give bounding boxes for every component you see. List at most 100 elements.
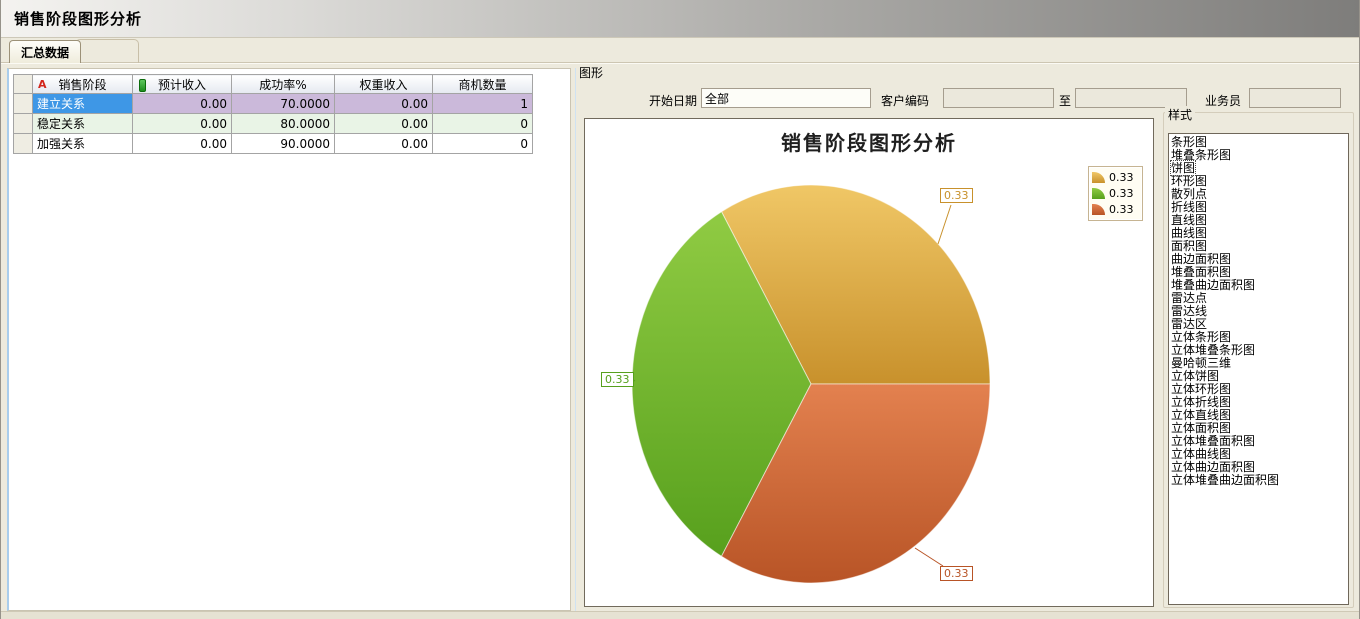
legend-label: 0.33 (1109, 204, 1134, 215)
column-header-label: 商机数量 (458, 78, 506, 92)
column-header-label: 预计收入 (158, 78, 206, 92)
style-list-item-label: 折线图 (1171, 200, 1207, 214)
salesman-input[interactable] (1249, 88, 1341, 108)
start-date-label: 开始日期 (621, 92, 697, 109)
style-list-item-label: 曲边面积图 (1171, 252, 1231, 266)
legend-label: 0.33 (1109, 188, 1134, 199)
value-cell[interactable]: 0 (433, 114, 533, 134)
legend-marker-icon (1092, 172, 1105, 183)
table-header-row: A 销售阶段 预计收入 成功率% 权重收入 商机数量 (14, 75, 533, 94)
style-list-item-label: 雷达点 (1171, 291, 1207, 305)
app-window: 销售阶段图形分析 汇总数据 A销售阶段预计收入成功率%权重收入商机数量建立关系0… (0, 0, 1360, 619)
customer-code-label: 客户编码 (881, 92, 929, 109)
style-list-item-label: 立体堆叠条形图 (1171, 343, 1255, 357)
style-list[interactable]: 条形图堆叠条形图饼图环形图散列点折线图直线图曲线图面积图曲边面积图堆叠面积图堆叠… (1168, 133, 1349, 605)
style-list-item-label: 立体面积图 (1171, 421, 1231, 435)
legend-entry: 0.33 (1092, 171, 1139, 184)
style-list-item-label: 曼哈顿三维 (1171, 356, 1231, 370)
pie-data-label: 0.33 (601, 372, 634, 387)
style-list-item-label: 立体折线图 (1171, 395, 1231, 409)
row-indicator[interactable] (14, 94, 33, 114)
style-list-item-label: 立体堆叠面积图 (1171, 434, 1255, 448)
column-header-4[interactable]: 商机数量 (433, 75, 533, 94)
pie-data-label: 0.33 (940, 188, 973, 203)
window-titlebar: 销售阶段图形分析 (1, 0, 1359, 38)
style-list-item-label: 条形图 (1171, 135, 1207, 149)
chart-legend: 0.33 0.33 0.33 (1088, 166, 1143, 221)
customer-code-to-input[interactable] (1075, 88, 1187, 108)
value-cell[interactable]: 0.00 (133, 134, 232, 154)
column-header-0[interactable]: A 销售阶段 (33, 75, 133, 94)
tab-label: 汇总数据 (21, 44, 69, 61)
value-cell[interactable]: 80.0000 (232, 114, 335, 134)
style-list-item[interactable]: 立体堆叠曲边面积图 (1171, 474, 1348, 487)
style-list-item[interactable]: 堆叠条形图 (1171, 149, 1348, 162)
value-cell[interactable]: 0.00 (133, 114, 232, 134)
style-list-item-label: 堆叠曲边面积图 (1171, 278, 1255, 292)
style-list-item-label: 立体曲边面积图 (1171, 460, 1255, 474)
style-list-item-label: 立体直线图 (1171, 408, 1231, 422)
row-indicator-header (14, 75, 33, 94)
value-cell[interactable]: 90.0000 (232, 134, 335, 154)
style-list-item-label: 环形图 (1171, 174, 1207, 188)
column-header-1[interactable]: 预计收入 (133, 75, 232, 94)
window-title: 销售阶段图形分析 (14, 8, 142, 29)
table-row: 加强关系0.0090.00000.000 (14, 134, 533, 154)
column-header-2[interactable]: 成功率% (232, 75, 335, 94)
value-cell[interactable]: 0.00 (335, 94, 433, 114)
value-cell[interactable]: 70.0000 (232, 94, 335, 114)
range-to-label: 至 (1059, 92, 1071, 109)
column-header-label: 销售阶段 (58, 78, 106, 92)
pie-svg (585, 119, 1153, 606)
row-indicator[interactable] (14, 134, 33, 154)
style-list-item-label: 立体环形图 (1171, 382, 1231, 396)
style-list-item-label: 散列点 (1171, 187, 1207, 201)
style-list-item-label: 雷达线 (1171, 304, 1207, 318)
callout-connector (915, 548, 943, 566)
start-date-input[interactable] (701, 88, 871, 108)
style-list-item-label: 面积图 (1171, 239, 1207, 253)
table-row: 稳定关系0.0080.00000.000 (14, 114, 533, 134)
value-cell[interactable]: 1 (433, 94, 533, 114)
style-list-item-label: 堆叠条形图 (1171, 148, 1231, 162)
style-list-item-label: 直线图 (1171, 213, 1207, 227)
stage-cell[interactable]: 加强关系 (33, 134, 133, 154)
style-list-item-label: 立体饼图 (1171, 369, 1219, 383)
style-list-item-label: 曲线图 (1171, 226, 1207, 240)
tab-summary-data[interactable]: 汇总数据 (9, 40, 81, 63)
style-list-item-label: 雷达区 (1171, 317, 1207, 331)
summary-table-panel: A销售阶段预计收入成功率%权重收入商机数量建立关系0.0070.00000.00… (7, 68, 571, 611)
legend-entry: 0.33 (1092, 187, 1139, 200)
table-row: 建立关系0.0070.00000.001 (14, 94, 533, 114)
green-indicator-icon (139, 79, 146, 92)
stage-cell[interactable]: 建立关系 (33, 94, 133, 114)
value-cell[interactable]: 0.00 (335, 114, 433, 134)
legend-marker-icon (1092, 188, 1105, 199)
legend-entry: 0.33 (1092, 203, 1139, 216)
panel-splitter[interactable] (575, 68, 576, 611)
style-list-item-label: 立体条形图 (1171, 330, 1231, 344)
summary-grid: A销售阶段预计收入成功率%权重收入商机数量建立关系0.0070.00000.00… (13, 74, 533, 154)
summary-grid-body: A销售阶段预计收入成功率%权重收入商机数量建立关系0.0070.00000.00… (14, 75, 533, 154)
salesman-label: 业务员 (1205, 92, 1241, 109)
value-cell[interactable]: 0.00 (133, 94, 232, 114)
stage-cell[interactable]: 稳定关系 (33, 114, 133, 134)
column-header-3[interactable]: 权重收入 (335, 75, 433, 94)
bottom-status-strip (1, 611, 1359, 619)
style-list-item-label: 堆叠面积图 (1171, 265, 1231, 279)
value-cell[interactable]: 0.00 (335, 134, 433, 154)
sort-a-icon: A (38, 78, 47, 91)
tabstrip-divider-highlight (1, 63, 1359, 64)
column-header-label: 权重收入 (359, 78, 407, 92)
callout-connector (938, 205, 951, 244)
style-group-label: 样式 (1165, 106, 1195, 123)
inactive-tab-outline (75, 39, 139, 63)
style-list-item-label: 立体堆叠曲边面积图 (1171, 473, 1279, 487)
row-indicator[interactable] (14, 114, 33, 134)
customer-code-input[interactable] (943, 88, 1054, 108)
style-list-item-label: 立体曲线图 (1171, 447, 1231, 461)
graph-group-label: 图形 (579, 64, 603, 81)
value-cell[interactable]: 0 (433, 134, 533, 154)
legend-label: 0.33 (1109, 172, 1134, 183)
style-list-item-label: 饼图 (1171, 161, 1195, 175)
